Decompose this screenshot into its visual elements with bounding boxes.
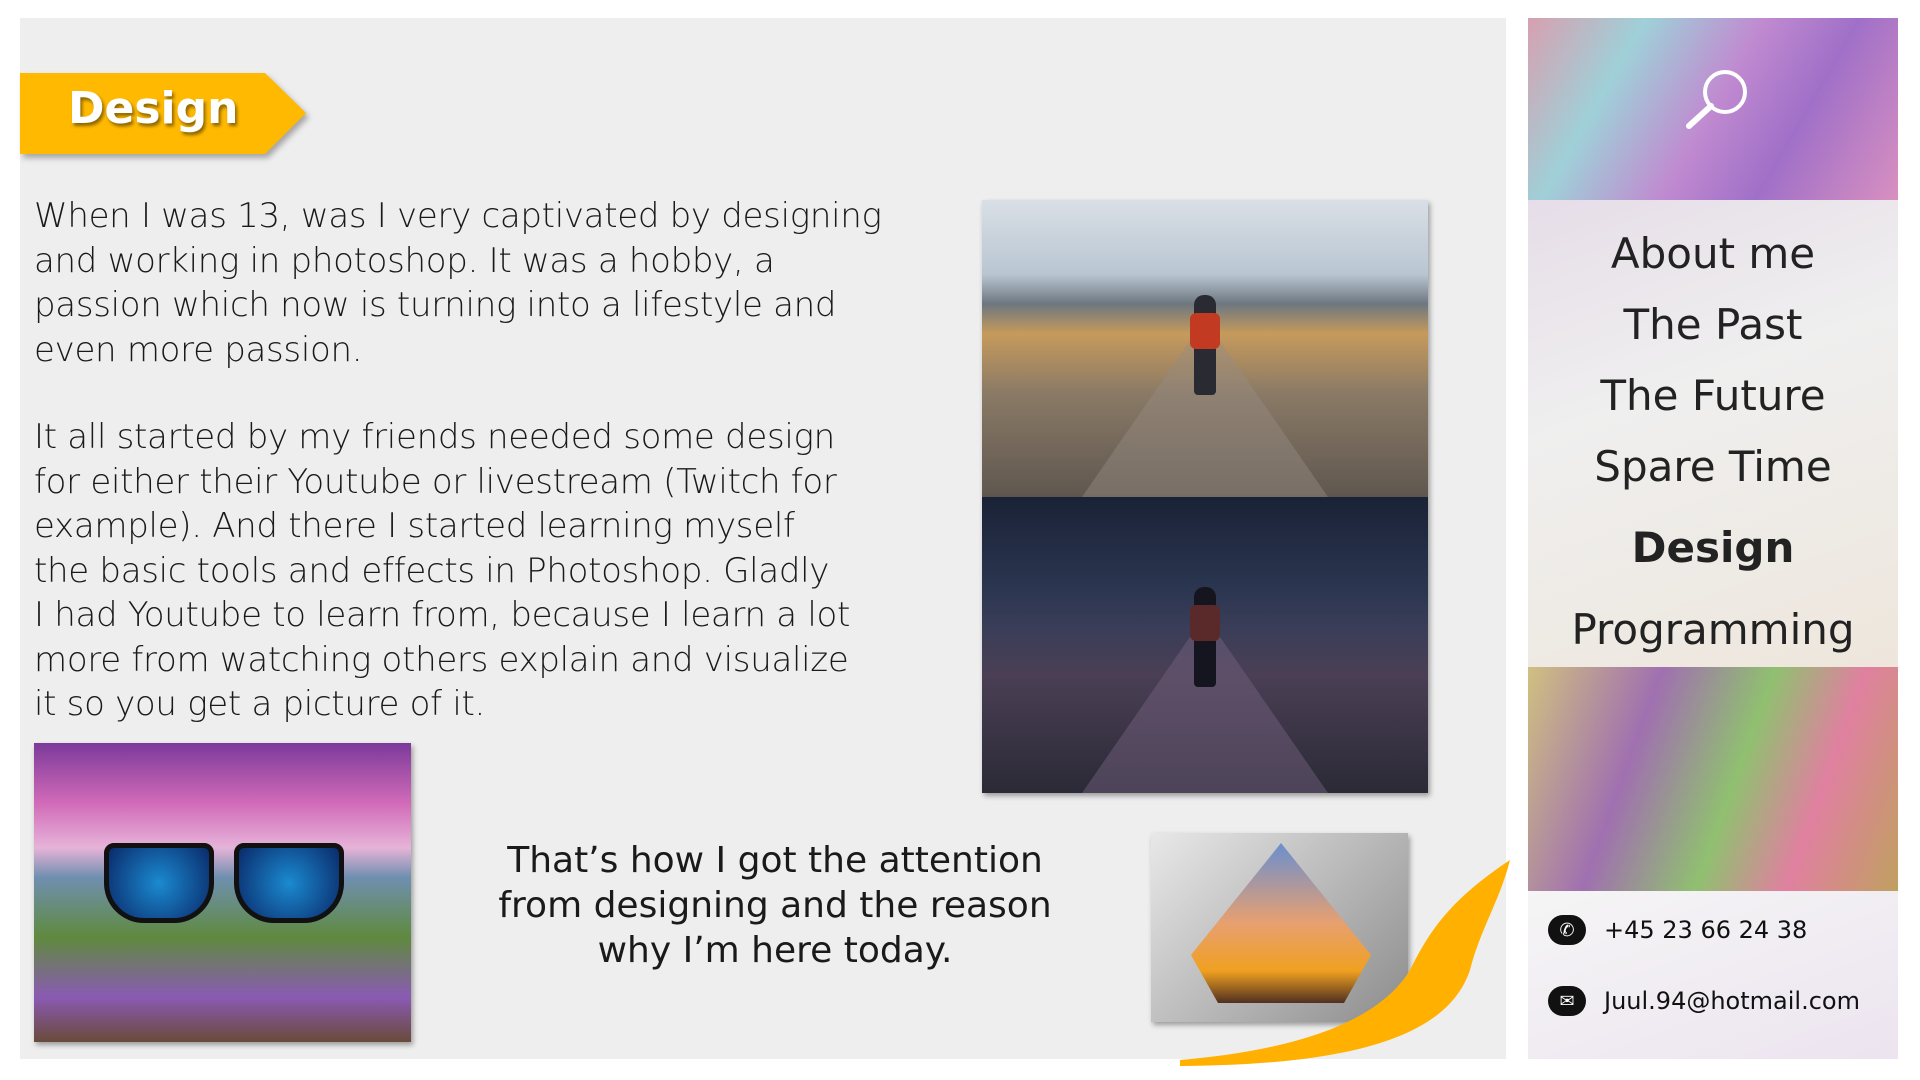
nav-the-future[interactable]: The Future (1528, 360, 1898, 431)
nav-design[interactable]: Design (1528, 502, 1898, 594)
email-address[interactable]: Juul.94@hotmail.com (1604, 987, 1860, 1015)
page-title: Design (68, 83, 239, 134)
nav-spare-time[interactable]: Spare Time (1528, 431, 1898, 502)
hiker-photo-edited-rain (982, 497, 1428, 793)
phone-number: +45 23 66 24 38 (1604, 916, 1808, 944)
sunglasses-photo (34, 743, 411, 1042)
sidebar-pattern (1528, 667, 1898, 891)
nav-programming[interactable]: Programming (1528, 594, 1898, 665)
phone-icon: ✆ (1548, 915, 1586, 945)
contact-email: ✉ Juul.94@hotmail.com (1548, 986, 1860, 1016)
nav-the-past[interactable]: The Past (1528, 289, 1898, 360)
contact-phone: ✆ +45 23 66 24 38 (1548, 915, 1807, 945)
search-icon[interactable] (1683, 66, 1753, 136)
sidebar-nav: About me The Past The Future Spare Time … (1528, 218, 1898, 665)
orange-swoosh-decoration (1180, 860, 1510, 1066)
nav-about-me[interactable]: About me (1528, 218, 1898, 289)
envelope-icon: ✉ (1548, 986, 1586, 1016)
sidebar: About me The Past The Future Spare Time … (1528, 18, 1898, 1059)
intro-paragraph: When I was 13, was I very captivated by … (34, 196, 882, 370)
hiker-photo-original (982, 200, 1428, 497)
caption-text: That’s how I got the attention from desi… (498, 840, 1052, 971)
section-banner: Design (20, 73, 306, 154)
story-paragraph: It all started by my friends needed some… (34, 417, 851, 724)
